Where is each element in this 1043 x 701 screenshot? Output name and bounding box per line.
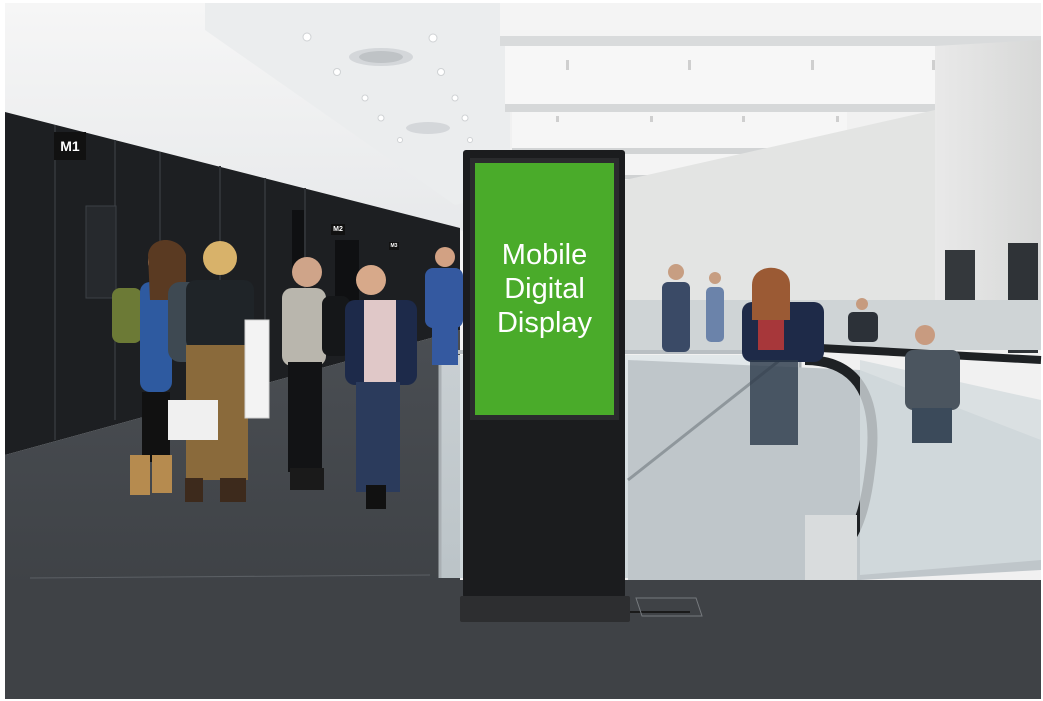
wall-monitor <box>85 205 117 299</box>
hall-sign-m2: M2 <box>331 224 345 235</box>
escalator-base <box>805 515 857 580</box>
kiosk-base <box>460 596 630 622</box>
screen-line-3: Display <box>496 307 593 339</box>
hall-sign-m3: M3 <box>389 242 399 250</box>
screen-line-2: Digital <box>504 273 585 305</box>
screen-line-1: Mobile <box>501 239 588 271</box>
photo-scene: M1 M2 M3 Mobile Digital Display <box>0 0 1043 701</box>
hall-sign-m1: M1 <box>54 132 86 160</box>
kiosk-screen: Mobile Digital Display <box>475 163 614 415</box>
